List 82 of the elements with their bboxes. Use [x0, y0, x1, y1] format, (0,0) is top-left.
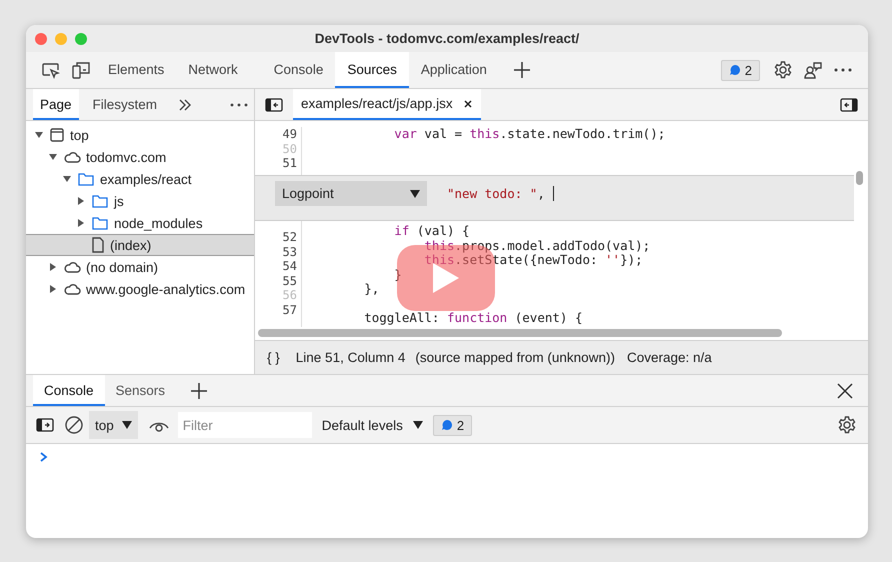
filter-field[interactable]: Filter: [178, 412, 312, 438]
navigator-tab[interactable]: Page: [33, 89, 79, 120]
tree-item[interactable]: js: [26, 190, 254, 212]
pretty-print-button[interactable]: { }: [267, 350, 280, 365]
panel-tab[interactable]: Sources: [335, 52, 409, 88]
folder-icon: [77, 171, 95, 187]
add-icon[interactable]: [190, 382, 208, 400]
settings-icon[interactable]: [773, 60, 793, 80]
tree-item[interactable]: (no domain): [26, 256, 254, 278]
sidebar-toggle-icon[interactable]: [36, 418, 54, 432]
tree-item[interactable]: node_modules: [26, 212, 254, 234]
source-map-info: (source mapped from (unknown)): [415, 350, 615, 365]
breakpoint-type-dropdown[interactable]: Logpoint: [275, 181, 427, 206]
panel-tab[interactable]: Elements: [96, 52, 176, 88]
issues-button[interactable]: 2: [720, 60, 760, 80]
scrollbar[interactable]: [856, 171, 863, 185]
line-number: 55: [282, 274, 297, 288]
sidebar-toggle-icon[interactable]: [265, 98, 283, 112]
prompt-icon: [40, 452, 48, 462]
tree-item[interactable]: examples/react: [26, 168, 254, 190]
line-number: 57: [282, 302, 297, 317]
dropdown-arrow-icon: [412, 421, 423, 429]
settings-icon[interactable]: [837, 415, 857, 435]
sidebar-toggle-icon[interactable]: [840, 98, 858, 112]
message-icon: [728, 64, 741, 76]
context-dropdown[interactable]: top: [89, 411, 138, 439]
collapsed-arrow-icon[interactable]: [48, 262, 58, 272]
dropdown-arrow-icon: [122, 421, 132, 429]
code-line: if (val) {: [393, 224, 471, 238]
tree-item[interactable]: (index): [26, 234, 254, 256]
tree-item[interactable]: www.google-analytics.com: [26, 278, 254, 300]
window-control-icon[interactable]: [35, 33, 47, 45]
issues-button[interactable]: 2: [432, 414, 472, 436]
line-number: 52: [282, 230, 297, 244]
line-number: 49: [282, 127, 297, 142]
line-number: 50: [282, 142, 297, 156]
drawer-tab[interactable]: Sensors: [104, 375, 176, 406]
scrollbar[interactable]: [258, 329, 782, 337]
line-number: 53: [282, 244, 297, 259]
more-tabs-icon[interactable]: [178, 98, 192, 112]
collapsed-arrow-icon[interactable]: [76, 218, 86, 228]
line-number: 56: [282, 288, 297, 302]
cloud-icon: [63, 282, 81, 296]
device-icon[interactable]: [71, 61, 91, 79]
close-icon[interactable]: [462, 98, 473, 108]
folder-icon: [91, 193, 109, 209]
expanded-arrow-icon[interactable]: [48, 152, 58, 162]
file-icon: [91, 237, 105, 253]
add-icon[interactable]: [512, 61, 531, 79]
log-levels-dropdown[interactable]: Default levels: [322, 418, 423, 432]
code-line: var val = this.state.newTodo.trim();: [393, 127, 666, 142]
code-line: },: [363, 282, 380, 296]
code-line: this.setState({newTodo: ''});: [423, 253, 643, 268]
logpoint-field[interactable]: "new todo: ",: [447, 181, 554, 206]
collapsed-arrow-icon[interactable]: [76, 196, 86, 206]
tree-item[interactable]: todomvc.com: [26, 146, 254, 168]
close-icon[interactable]: [837, 382, 853, 398]
message-icon: [440, 419, 453, 431]
cloud-icon: [63, 150, 81, 164]
panel-tab[interactable]: Console: [262, 52, 336, 88]
line-number: 54: [282, 259, 297, 274]
coverage-info: Coverage: n/a: [626, 350, 712, 365]
code-line: toggleAll: function (event) {: [363, 311, 584, 326]
folder-icon: [91, 215, 109, 231]
window-title: DevTools - todomvc.com/examples/react/: [314, 31, 580, 46]
expanded-arrow-icon[interactable]: [34, 130, 44, 140]
dropdown-arrow-icon: [410, 190, 420, 198]
navigator-tab[interactable]: Filesystem: [86, 89, 164, 120]
file-tab[interactable]: examples/react/js/app.jsx: [293, 89, 481, 120]
collapsed-arrow-icon[interactable]: [48, 284, 58, 294]
cloud-icon: [63, 260, 81, 274]
tree-item[interactable]: top: [26, 124, 254, 146]
drawer-tab[interactable]: Console: [33, 375, 105, 406]
people-icon[interactable]: [803, 60, 823, 80]
line-number: 51: [282, 156, 297, 170]
inspect-icon[interactable]: [41, 61, 61, 79]
cursor-position: Line 51, Column 4: [296, 350, 406, 365]
panel-tab[interactable]: Application: [408, 52, 499, 88]
clear-icon[interactable]: [64, 415, 84, 435]
expanded-arrow-icon[interactable]: [62, 174, 72, 184]
frame-icon: [49, 127, 65, 143]
panel-tab[interactable]: Network: [176, 52, 250, 88]
